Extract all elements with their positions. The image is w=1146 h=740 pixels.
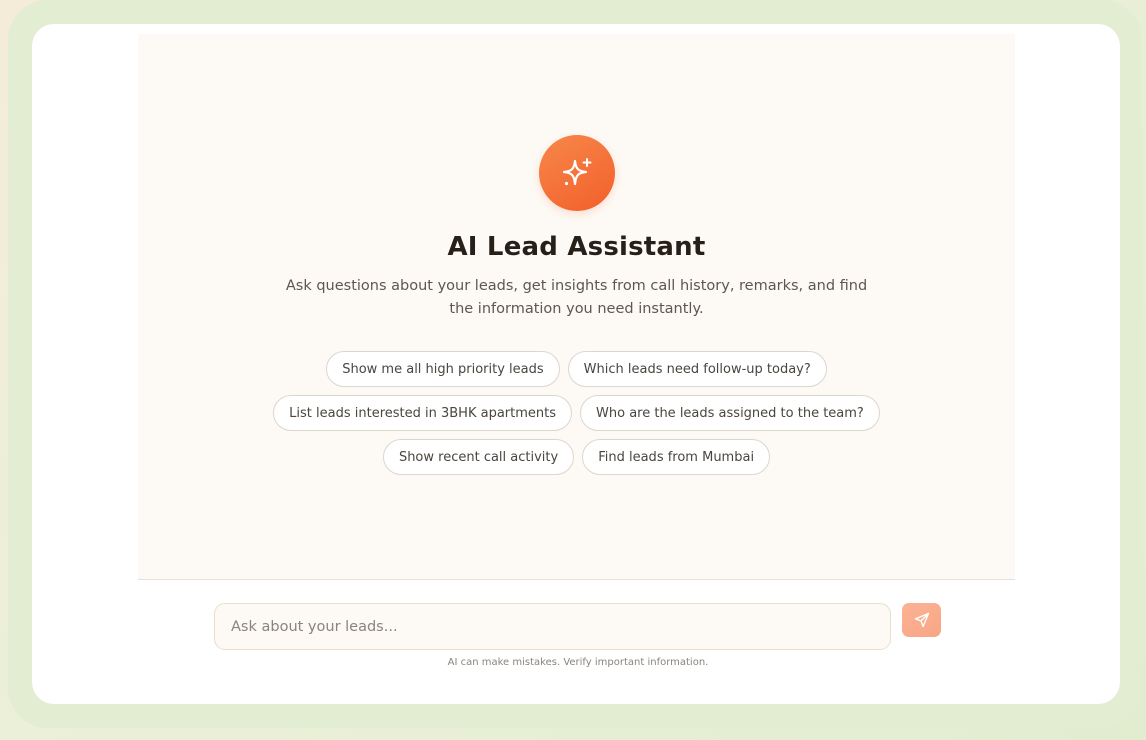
- chat-input[interactable]: [214, 603, 891, 650]
- suggestion-chip[interactable]: Show me all high priority leads: [326, 351, 560, 387]
- page-title: AI Lead Assistant: [447, 232, 706, 262]
- page-subtitle: Ask questions about your leads, get insi…: [285, 278, 868, 317]
- assistant-card: AI Lead Assistant Ask questions about yo…: [32, 24, 1120, 704]
- suggestion-chip[interactable]: Find leads from Mumbai: [582, 439, 771, 475]
- suggestion-row: Show me all high priority leads Which le…: [138, 351, 1015, 387]
- suggestion-chips: Show me all high priority leads Which le…: [138, 351, 1015, 483]
- suggestion-chip[interactable]: Show recent call activity: [382, 439, 575, 475]
- suggestion-row: List leads interested in 3BHK apartments…: [138, 395, 1015, 431]
- suggestion-chip[interactable]: List leads interested in 3BHK apartments: [273, 395, 573, 431]
- suggestion-row: Show recent call activity Find leads fro…: [138, 439, 1015, 475]
- suggestion-chip[interactable]: Which leads need follow-up today?: [567, 351, 827, 387]
- sparkles-icon: [539, 135, 615, 211]
- disclaimer-text: AI can make mistakes. Verify important i…: [447, 657, 709, 668]
- send-button[interactable]: [902, 603, 941, 637]
- chat-area: AI Lead Assistant Ask questions about yo…: [138, 34, 1015, 580]
- suggestion-chip[interactable]: Who are the leads assigned to the team?: [580, 395, 880, 431]
- send-icon: [914, 612, 930, 628]
